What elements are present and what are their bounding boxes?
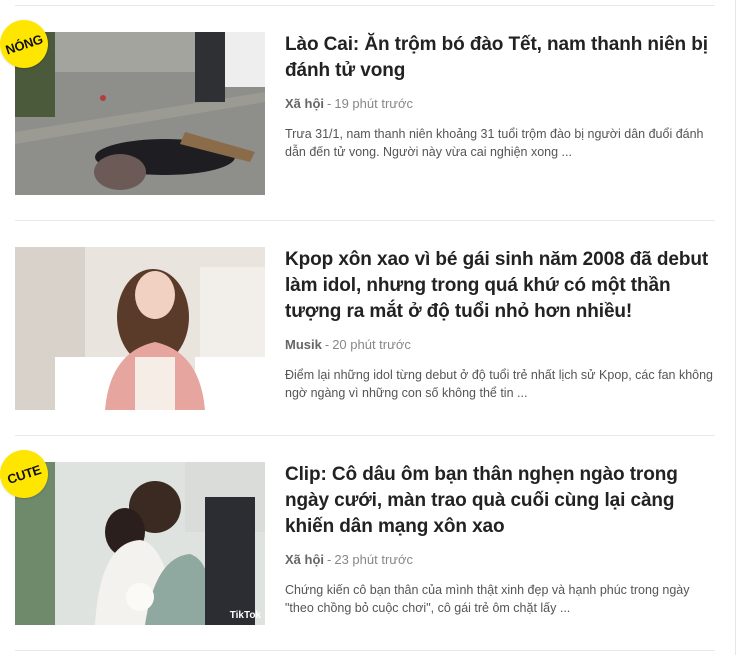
street-scene-image bbox=[15, 32, 265, 195]
meta-separator: - bbox=[324, 337, 330, 352]
article-meta: Xã hội -19 phút trước bbox=[285, 96, 715, 112]
article-summary: Trưa 31/1, nam thanh niên khoảng 31 tuổi… bbox=[285, 127, 704, 159]
timestamp: 19 phút trước bbox=[334, 96, 414, 111]
article-summary: Chứng kiến cô bạn thân của mình thật xin… bbox=[285, 583, 690, 615]
feed-right-border bbox=[735, 0, 736, 655]
article-body: Clip: Cô dâu ôm bạn thân nghẹn ngào tron… bbox=[285, 462, 715, 617]
tiktok-watermark: TikTok bbox=[229, 610, 261, 621]
news-item[interactable]: Kpop xôn xao vì bé gái sinh năm 2008 đã … bbox=[15, 247, 715, 410]
article-summary: Điểm lại những idol từng debut ở độ tuổi… bbox=[285, 368, 713, 400]
article-title[interactable]: Clip: Cô dâu ôm bạn thân nghẹn ngào tron… bbox=[285, 462, 715, 540]
news-item[interactable]: NÓNG Lào Cai: Ăn trộm bó đào Tết, nam th… bbox=[0, 13, 715, 195]
article-body: Kpop xôn xao vì bé gái sinh năm 2008 đã … bbox=[285, 247, 715, 402]
article-title[interactable]: Kpop xôn xao vì bé gái sinh năm 2008 đã … bbox=[285, 247, 715, 325]
wedding-scene-image bbox=[15, 462, 265, 625]
meta-separator: - bbox=[327, 96, 332, 111]
timestamp: 20 phút trước bbox=[332, 337, 411, 352]
divider bbox=[15, 435, 715, 436]
article-meta: Musik -20 phút trước bbox=[285, 337, 715, 353]
news-item[interactable]: TikTok CUTE Clip: Cô dâu ôm bạn thân ngh… bbox=[0, 443, 715, 625]
meta-separator: - bbox=[327, 552, 332, 567]
category-link[interactable]: Musik bbox=[285, 337, 322, 352]
timestamp: 23 phút trước bbox=[334, 552, 414, 567]
article-meta: Xã hội -23 phút trước bbox=[285, 552, 715, 568]
article-thumbnail[interactable] bbox=[15, 32, 265, 195]
divider bbox=[15, 220, 715, 221]
portrait-image bbox=[15, 247, 265, 410]
article-thumbnail[interactable] bbox=[15, 247, 265, 410]
category-link[interactable]: Xã hội bbox=[285, 552, 324, 567]
divider bbox=[15, 650, 715, 651]
article-thumbnail[interactable]: TikTok bbox=[15, 462, 265, 625]
category-link[interactable]: Xã hội bbox=[285, 96, 324, 111]
article-title[interactable]: Lào Cai: Ăn trộm bó đào Tết, nam thanh n… bbox=[285, 32, 715, 84]
article-body: Lào Cai: Ăn trộm bó đào Tết, nam thanh n… bbox=[285, 32, 715, 161]
divider bbox=[15, 5, 715, 6]
